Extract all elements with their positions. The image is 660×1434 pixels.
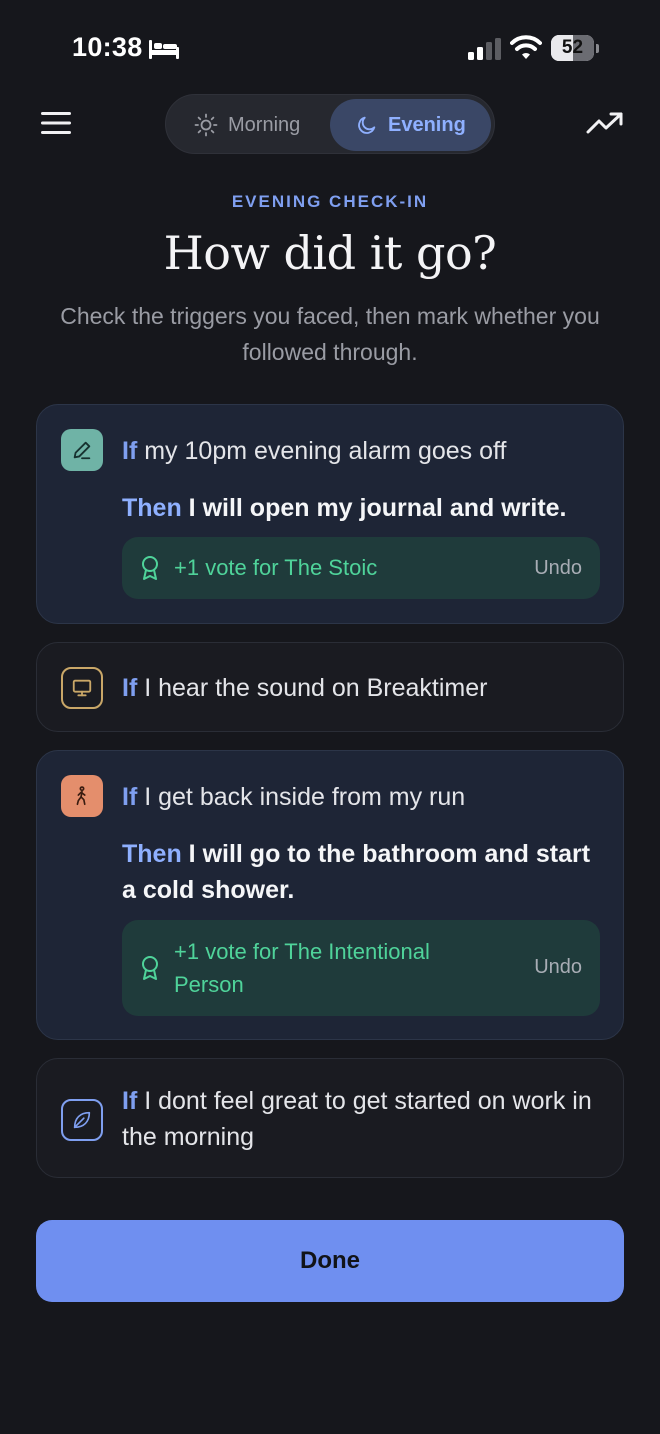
- tab-morning[interactable]: Morning: [172, 99, 332, 151]
- moon-icon: [358, 116, 376, 134]
- sun-icon: [194, 113, 218, 137]
- battery-percent: 52: [561, 37, 584, 58]
- card-3-vote-banner: +1 vote for The Intentional Person Undo: [122, 920, 600, 1016]
- card-1-then-text: I will open my journal and write.: [188, 494, 567, 522]
- trending-up-icon[interactable]: [586, 110, 624, 136]
- tab-evening-label: Evening: [388, 113, 466, 136]
- battery-icon: 52: [551, 35, 594, 61]
- cellular-signal-icon: [468, 38, 501, 60]
- page-subtitle: Check the triggers you faced, then mark …: [60, 303, 600, 365]
- trigger-card-1[interactable]: If my 10pm evening alarm goes off Then I…: [36, 404, 624, 624]
- leaf-icon: [73, 1111, 91, 1129]
- card-4-icon-badge: [61, 1099, 103, 1141]
- trigger-card-3[interactable]: If I get back inside from my run Then I …: [36, 750, 624, 1040]
- card-3-vote-text: +1 vote for The Intentional Person: [174, 939, 430, 997]
- card-1-if-text: my 10pm evening alarm goes off: [144, 437, 507, 465]
- card-3-then-text: I will go to the bathroom and start a co…: [122, 840, 591, 904]
- page-title: How did it go?: [163, 226, 497, 280]
- card-1-vote-text: +1 vote for The Stoic: [174, 555, 378, 580]
- time-of-day-toggle: Morning Evening: [165, 94, 495, 154]
- pencil-icon: [73, 441, 91, 460]
- walking-person-icon: [76, 786, 86, 806]
- if-keyword: If: [122, 437, 138, 465]
- award-ribbon-icon: [142, 956, 158, 980]
- card-4-if-text: I dont feel great to get started on work…: [122, 1087, 592, 1151]
- card-3-icon-badge: [61, 775, 103, 817]
- bed-icon: [149, 40, 179, 59]
- card-4-if-line: If I dont feel great to get started on w…: [122, 1083, 602, 1155]
- card-3-then-line: Then I will go to the bathroom and start…: [122, 836, 602, 908]
- hamburger-menu-icon[interactable]: [41, 111, 71, 135]
- card-3-if-line: If I get back inside from my run: [122, 779, 602, 815]
- card-1-undo-button[interactable]: Undo: [534, 557, 582, 580]
- then-keyword: Then: [122, 494, 182, 522]
- if-keyword: If: [122, 674, 138, 702]
- tab-evening[interactable]: Evening: [330, 99, 491, 151]
- card-2-if-text: I hear the sound on Breaktimer: [144, 674, 488, 702]
- battery-cap: [596, 44, 599, 53]
- card-2-icon-badge: [61, 667, 103, 709]
- card-2-if-line: If I hear the sound on Breaktimer: [122, 670, 602, 706]
- trigger-card-2[interactable]: If I hear the sound on Breaktimer: [36, 642, 624, 732]
- card-1-if-line: If my 10pm evening alarm goes off: [122, 433, 602, 469]
- status-time: 10:38: [72, 32, 143, 62]
- status-bar: 10:38 52: [0, 0, 660, 96]
- section-eyebrow: EVENING CHECK-IN: [231, 192, 429, 211]
- card-1-icon-badge: [61, 429, 103, 471]
- card-3-if-text: I get back inside from my run: [144, 783, 466, 811]
- battery-indicator: 52: [551, 35, 599, 61]
- card-1-vote-banner: +1 vote for The Stoic Undo: [122, 537, 600, 599]
- tab-morning-label: Morning: [228, 113, 301, 136]
- trigger-card-4[interactable]: If I dont feel great to get started on w…: [36, 1058, 624, 1178]
- if-keyword: If: [122, 783, 138, 811]
- then-keyword: Then: [122, 840, 182, 868]
- wifi-icon: [510, 35, 542, 59]
- card-1-then-line: Then I will open my journal and write.: [122, 490, 602, 526]
- monitor-icon: [72, 679, 92, 697]
- done-button[interactable]: Done: [36, 1220, 624, 1302]
- award-ribbon-icon: [142, 556, 158, 580]
- screen: 10:38 52 Morning Evening EVENING CHECK-I…: [0, 0, 660, 1434]
- if-keyword: If: [122, 1087, 138, 1115]
- card-3-undo-button[interactable]: Undo: [534, 956, 582, 979]
